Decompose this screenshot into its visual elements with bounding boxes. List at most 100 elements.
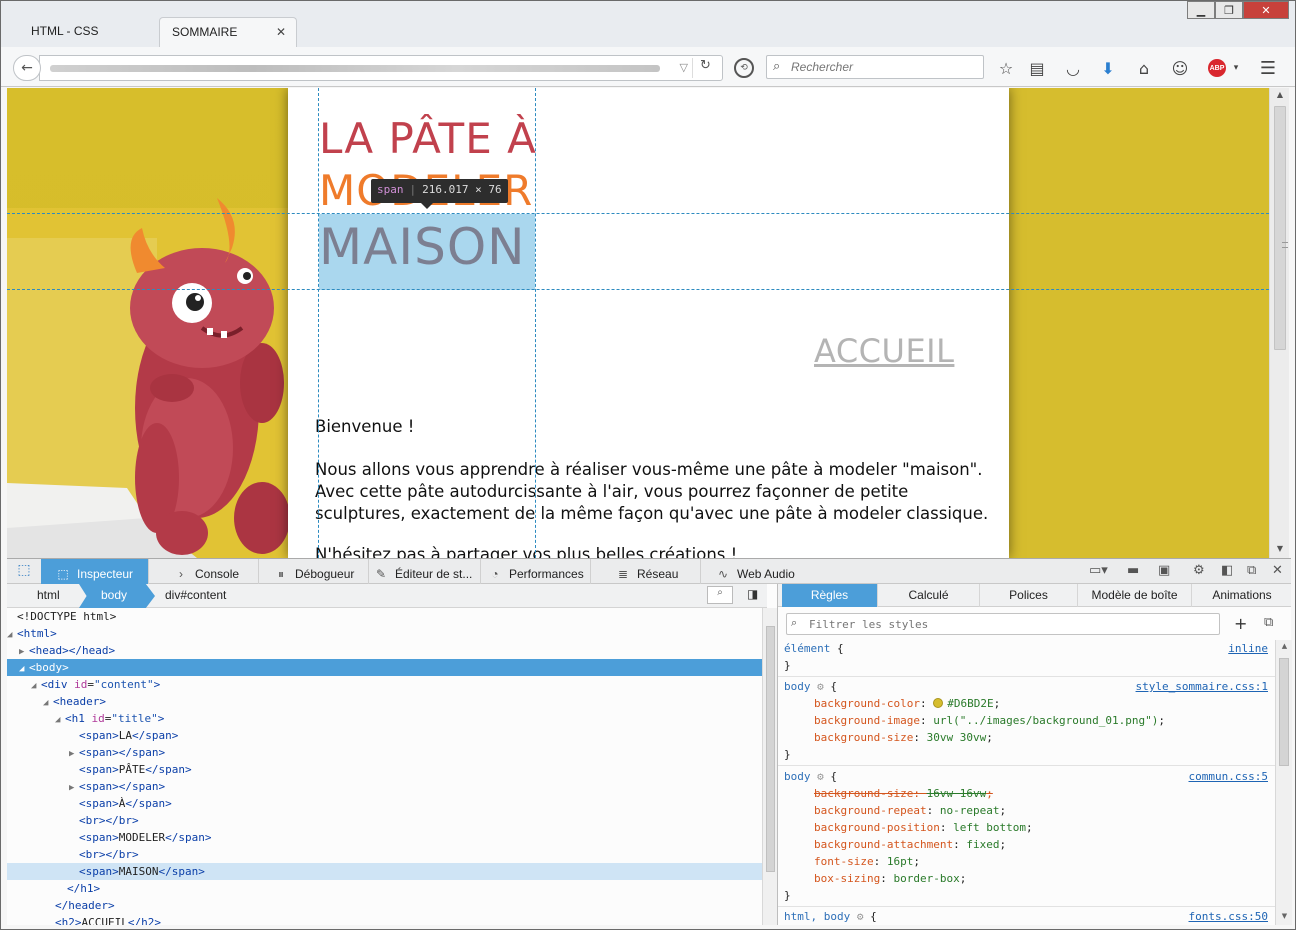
responsive-mode-icon[interactable]: ▣ — [1158, 563, 1170, 578]
url-dropdown-icon[interactable]: ▽ — [680, 61, 688, 74]
add-rule-icon[interactable]: + — [1234, 614, 1247, 633]
adblock-icon[interactable]: ABP — [1208, 59, 1226, 77]
rule-source-link[interactable]: fonts.css:50 — [1189, 908, 1268, 925]
rule-property[interactable]: background-repeat: no-repeat; — [784, 802, 1272, 819]
property-value[interactable]: no-repeat — [940, 804, 1000, 817]
markup-line-span-a[interactable]: <span>À</span> — [7, 795, 762, 812]
markup-line-body[interactable]: ◢ <body> — [7, 659, 762, 676]
markup-line-h1[interactable]: ◢ <h1 id="title"> — [7, 710, 762, 727]
close-window-button[interactable]: ✕ — [1243, 1, 1289, 19]
scroll-up-icon[interactable]: ▲ — [1270, 90, 1290, 99]
search-input[interactable] — [791, 59, 977, 75]
property-value[interactable]: #D6BD2E — [947, 697, 993, 710]
rule-property[interactable]: box-sizing: border-box; — [784, 870, 1272, 887]
rule-property[interactable]: font-size: 16pt; — [784, 853, 1272, 870]
markup-line-header[interactable]: ◢ <header> — [7, 693, 762, 710]
property-value[interactable]: border-box — [893, 872, 959, 885]
markup-line-span-pate[interactable]: <span>PÂTE</span> — [7, 761, 762, 778]
rule-html-body-header[interactable]: html, body ⚙ {fonts.css:50 — [784, 908, 1272, 925]
rule-source-link[interactable]: style_sommaire.css:1 — [1136, 678, 1268, 695]
search-bar[interactable]: ⌕ — [766, 55, 984, 79]
scrollbar-thumb[interactable] — [766, 626, 775, 872]
back-button[interactable]: ← — [13, 55, 41, 81]
history-icon[interactable]: ⟲ — [734, 58, 754, 78]
settings-gear-icon[interactable]: ⚙ — [1193, 563, 1205, 578]
scroll-up-icon[interactable]: ▲ — [1276, 642, 1293, 650]
menu-icon[interactable]: ☰ — [1257, 57, 1279, 79]
element-picker-icon[interactable]: ⬚ — [11, 562, 37, 582]
split-console-icon[interactable]: ▬ — [1127, 563, 1139, 578]
maximize-button[interactable]: ❐ — [1215, 1, 1243, 19]
accueil-link[interactable]: ACCUEIL — [814, 332, 954, 370]
markup-line-head[interactable]: ▶ <head></head> — [7, 642, 762, 659]
tab-animations[interactable]: Animations — [1192, 584, 1292, 607]
close-devtools-icon[interactable]: ✕ — [1272, 563, 1283, 578]
markup-line-span-empty[interactable]: ▶ <span></span> — [7, 744, 762, 761]
rule-body-1-header[interactable]: body ⚙ {style_sommaire.css:1 — [784, 678, 1272, 695]
filter-styles-box[interactable]: ⌕ — [786, 613, 1220, 635]
rule-gear-icon[interactable]: ⚙ — [817, 680, 824, 693]
property-value[interactable]: left bottom — [953, 821, 1026, 834]
scrollbar-thumb[interactable] — [1274, 106, 1288, 350]
rule-property[interactable]: background-attachment: fixed; — [784, 836, 1272, 853]
markup-line-span-maison[interactable]: <span>MAISON</span> — [7, 863, 762, 880]
property-value[interactable]: 16vw 16vw — [927, 787, 987, 800]
tab-reseau[interactable]: ≣ Réseau — [591, 559, 701, 584]
download-icon[interactable]: ⬇ — [1097, 57, 1119, 79]
url-bar[interactable]: ▽ ↻ — [39, 55, 723, 81]
markup-scrollbar[interactable] — [762, 608, 777, 925]
markup-line-br[interactable]: <br></br> — [7, 846, 762, 863]
tab-sommaire[interactable]: SOMMAIRE ✕ — [159, 17, 297, 47]
scroll-down-icon[interactable]: ▼ — [1270, 544, 1290, 553]
rule-gear-icon[interactable]: ⚙ — [817, 770, 824, 783]
layout-picker-icon[interactable]: ▭▾ — [1089, 563, 1108, 578]
color-swatch[interactable] — [933, 698, 944, 708]
rule-property[interactable]: background-image: url("../images/backgro… — [784, 712, 1272, 729]
scroll-down-icon[interactable]: ▼ — [1276, 912, 1293, 920]
tab-web-audio[interactable]: ∿ Web Audio — [701, 559, 811, 584]
rule-property[interactable]: background-position: left bottom; — [784, 819, 1272, 836]
tab-polices[interactable]: Polices — [980, 584, 1078, 607]
bookmark-star-icon[interactable]: ☆ — [995, 57, 1017, 79]
adblock-dropdown-icon[interactable]: ▾ — [1225, 57, 1247, 79]
tab-performances[interactable]: ◔ Performances — [481, 559, 591, 584]
pseudo-class-toggle-icon[interactable]: ⧉ — [1264, 615, 1273, 630]
rule-element-header[interactable]: élément {inline — [784, 640, 1272, 657]
home-icon[interactable]: ⌂ — [1133, 57, 1155, 79]
rule-property[interactable]: background-size: 30vw 30vw; — [784, 729, 1272, 746]
breadcrumb-html[interactable]: html — [37, 588, 60, 602]
scrollbar-thumb[interactable] — [1279, 658, 1289, 766]
property-value[interactable]: 16pt — [887, 855, 914, 868]
page-scrollbar[interactable]: ▲ ▼ — [1269, 88, 1289, 558]
rule-source-link[interactable]: commun.css:5 — [1189, 768, 1268, 785]
rule-property-overridden[interactable]: background-size: 16vw 16vw; — [784, 785, 1272, 802]
markup-line-h2[interactable]: <h2>ACCUEIL</h2> — [7, 914, 762, 925]
markup-line-html[interactable]: ◢ <html> — [7, 625, 762, 642]
tab-regles[interactable]: Règles — [782, 584, 878, 607]
tab-inspecteur[interactable]: ⬚ Inspecteur — [41, 559, 149, 584]
tab-editeur-de-style[interactable]: ✎ Éditeur de st... — [369, 559, 481, 584]
markup-line-br[interactable]: <br></br> — [7, 812, 762, 829]
toggle-sidebar-icon[interactable]: ◨ — [747, 587, 758, 601]
property-value[interactable]: 30vw 30vw — [927, 731, 987, 744]
rules-scrollbar[interactable]: ▲ ▼ — [1275, 640, 1292, 925]
tab-modele-de-boite[interactable]: Modèle de boîte — [1078, 584, 1192, 607]
breadcrumb-body[interactable]: body — [79, 584, 155, 608]
tab-debogueur[interactable]: ⏸ Débogueur — [259, 559, 369, 584]
reload-icon[interactable]: ↻ — [692, 58, 718, 78]
tab-console[interactable]: › Console — [149, 559, 259, 584]
markup-search-icon[interactable]: ⌕ — [707, 586, 733, 604]
minimize-button[interactable]: ▁ — [1187, 1, 1215, 19]
dock-side-icon[interactable]: ◧ — [1221, 563, 1233, 578]
markup-line-div[interactable]: ◢ <div id="content"> — [7, 676, 762, 693]
markup-line-span-empty[interactable]: ▶ <span></span> — [7, 778, 762, 795]
rule-property[interactable]: background-color: #D6BD2E; — [784, 695, 1272, 712]
filter-styles-input[interactable] — [809, 616, 1209, 632]
reading-list-icon[interactable]: ▤ — [1026, 57, 1048, 79]
breadcrumb-div-content[interactable]: div#content — [165, 588, 226, 602]
undock-icon[interactable]: ⧉ — [1247, 563, 1256, 578]
tab-close-icon[interactable]: ✕ — [276, 25, 286, 39]
markup-line-h1-close[interactable]: </h1> — [7, 880, 762, 897]
property-value[interactable]: fixed — [966, 838, 999, 851]
chat-icon[interactable]: ☺ — [1169, 57, 1191, 79]
